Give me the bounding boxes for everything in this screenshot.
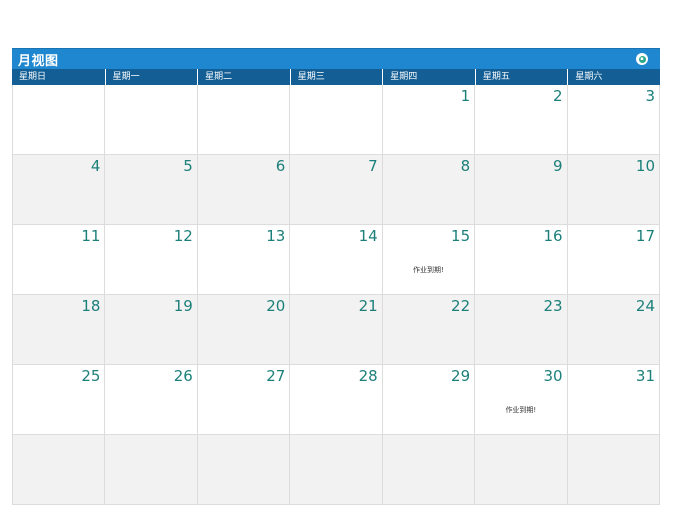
day-number: 4: [90, 157, 101, 175]
day-cell[interactable]: [567, 435, 660, 505]
day-number: 19: [173, 297, 193, 315]
day-cell[interactable]: [290, 435, 383, 505]
day-cell[interactable]: 20: [197, 295, 291, 365]
calendar-grid: 1 2 3 4 5 6 7 8 9 10 11 12 13 14 15 作业到期! 16 17 18 19 20 21 22…: [12, 85, 660, 505]
app-badge-icon-inner: ▪: [638, 55, 646, 63]
weekday-header: 星期三: [289, 69, 383, 85]
weekday-header: 星期日: [19, 72, 47, 82]
day-number: 10: [635, 157, 655, 175]
day-number: 28: [358, 367, 378, 385]
day-number: 8: [460, 157, 471, 175]
weekday-header: 星期六: [567, 69, 660, 85]
day-cell[interactable]: 16: [475, 225, 568, 295]
day-cell[interactable]: 15 作业到期!: [382, 225, 476, 295]
day-cell[interactable]: [105, 85, 198, 155]
day-cell[interactable]: [382, 435, 476, 505]
day-cell[interactable]: 2: [475, 85, 568, 155]
day-cell[interactable]: [290, 85, 383, 155]
weekday-header: 星期二: [197, 69, 290, 85]
day-number: 23: [543, 297, 563, 315]
day-cell[interactable]: 4: [13, 155, 106, 225]
day-cell[interactable]: 13: [197, 225, 291, 295]
day-cell[interactable]: 11: [13, 225, 106, 295]
day-number: 6: [275, 157, 286, 175]
day-cell[interactable]: 19: [105, 295, 198, 365]
day-cell[interactable]: 31: [567, 365, 660, 435]
day-number: 16: [543, 227, 563, 245]
day-cell[interactable]: [197, 435, 291, 505]
weekday-header-row: 星期日 星期一 星期二 星期三 星期四 星期五 星期六: [12, 69, 660, 85]
day-cell[interactable]: 10: [567, 155, 660, 225]
month-calendar: 月视图 ▪ 星期日 星期一 星期二 星期三 星期四 星期五 星期六 1 2 3 4 5 6 7 8 9 10 1…: [12, 48, 660, 505]
day-cell[interactable]: 5: [105, 155, 198, 225]
day-cell[interactable]: 6: [197, 155, 291, 225]
weekday-header: 星期一: [104, 69, 198, 85]
day-cell[interactable]: [475, 435, 568, 505]
day-cell[interactable]: [105, 435, 198, 505]
day-number: 7: [368, 157, 378, 175]
weekday-header: 星期五: [474, 69, 568, 85]
day-number: 25: [81, 367, 101, 385]
day-number: 1: [460, 87, 471, 105]
day-cell[interactable]: 25: [13, 365, 106, 435]
day-event-note: 作业到期!: [505, 406, 537, 414]
day-cell[interactable]: 7: [290, 155, 383, 225]
day-number: 26: [173, 367, 193, 385]
day-number: 3: [645, 87, 655, 105]
day-cell[interactable]: 27: [197, 365, 291, 435]
calendar-title-bar: 月视图 ▪: [12, 48, 660, 69]
day-number: 2: [553, 87, 563, 105]
day-cell[interactable]: 26: [105, 365, 198, 435]
day-cell[interactable]: 21: [290, 295, 383, 365]
day-cell[interactable]: 18: [13, 295, 106, 365]
day-cell[interactable]: 28: [290, 365, 383, 435]
day-cell[interactable]: 8: [382, 155, 476, 225]
weekday-header: 星期四: [382, 69, 475, 85]
day-number: 5: [183, 157, 193, 175]
day-cell[interactable]: 17: [567, 225, 660, 295]
day-cell[interactable]: 23: [475, 295, 568, 365]
day-cell[interactable]: 9: [475, 155, 568, 225]
day-number: 18: [81, 297, 101, 315]
day-cell[interactable]: 29: [382, 365, 476, 435]
day-number: 22: [451, 297, 471, 315]
day-cell[interactable]: 30 作业到期!: [475, 365, 568, 435]
day-number: 15: [451, 227, 471, 245]
day-number: 9: [553, 157, 563, 175]
day-number: 30: [543, 367, 563, 385]
day-cell[interactable]: 1: [382, 85, 476, 155]
day-number: 12: [173, 227, 193, 245]
day-number: 20: [266, 297, 286, 315]
calendar-title: 月视图: [18, 53, 59, 69]
day-cell[interactable]: 3: [567, 85, 660, 155]
day-number: 31: [635, 367, 655, 385]
day-cell[interactable]: [197, 85, 291, 155]
day-number: 24: [635, 297, 655, 315]
day-number: 29: [451, 367, 471, 385]
day-cell[interactable]: 14: [290, 225, 383, 295]
day-cell[interactable]: 24: [567, 295, 660, 365]
day-number: 21: [358, 297, 378, 315]
day-cell[interactable]: [13, 85, 106, 155]
day-cell[interactable]: [13, 435, 106, 505]
day-number: 13: [266, 227, 286, 245]
day-cell[interactable]: 12: [105, 225, 198, 295]
day-number: 17: [635, 227, 655, 245]
day-number: 11: [81, 227, 101, 245]
day-cell[interactable]: 22: [382, 295, 476, 365]
day-number: 27: [266, 367, 286, 385]
day-number: 14: [358, 227, 378, 245]
app-badge-icon[interactable]: ▪: [636, 53, 648, 65]
day-event-note: 作业到期!: [413, 266, 444, 274]
